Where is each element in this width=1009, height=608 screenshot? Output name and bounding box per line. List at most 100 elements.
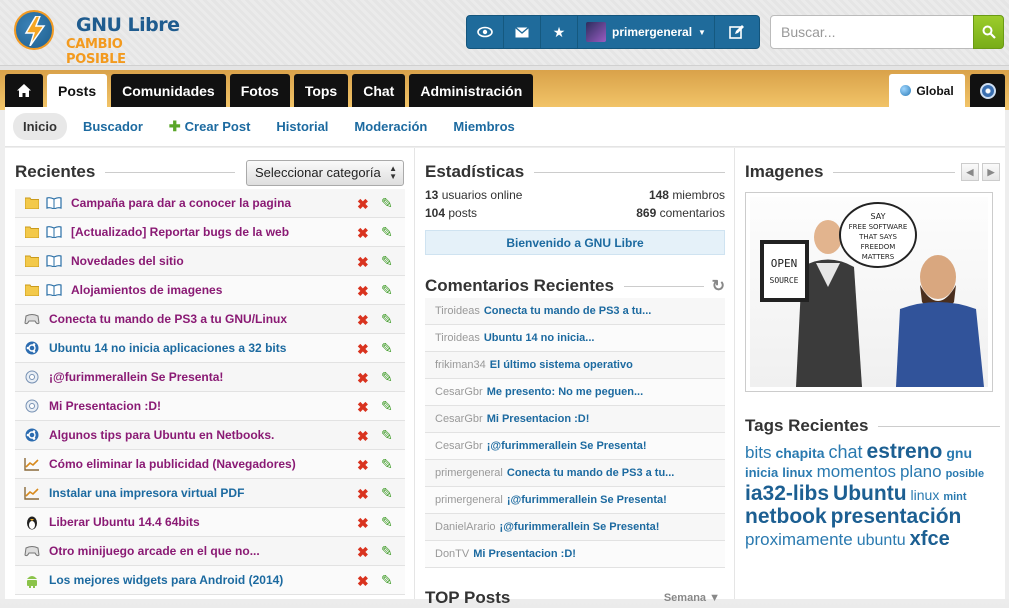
search-icon[interactable] bbox=[973, 15, 1004, 49]
comment-post-link[interactable]: El último sistema operativo bbox=[490, 359, 633, 371]
comment-post-link[interactable]: Conecta tu mando de PS3 a tu... bbox=[484, 305, 651, 317]
post-title-link[interactable]: Algunos tips para Ubuntu en Netbooks. bbox=[49, 428, 274, 442]
delete-icon[interactable]: ✖ bbox=[357, 486, 369, 503]
tab-tops[interactable]: Tops bbox=[293, 74, 349, 107]
comment-user[interactable]: frikiman34 bbox=[435, 359, 486, 371]
post-title-link[interactable]: ¡@furimmerallein Se Presenta! bbox=[49, 370, 223, 384]
tag-link[interactable]: xfce bbox=[910, 528, 950, 550]
comment-post-link[interactable]: ¡@furimmerallein Se Presenta! bbox=[487, 440, 647, 452]
subnav-historial[interactable]: Historial bbox=[266, 113, 338, 140]
subnav-crear-post[interactable]: ✚ Crear Post bbox=[159, 112, 260, 141]
post-title-link[interactable]: Mi Presentacion :D! bbox=[49, 399, 161, 413]
comment-user[interactable]: DonTV bbox=[435, 548, 469, 560]
edit-pencil-icon[interactable]: ✎ bbox=[381, 485, 393, 502]
tag-link[interactable]: plano bbox=[900, 462, 942, 482]
envelope-icon[interactable] bbox=[504, 16, 541, 48]
edit-pencil-icon[interactable]: ✎ bbox=[381, 427, 393, 444]
tab-chat[interactable]: Chat bbox=[352, 74, 406, 107]
subnav-miembros[interactable]: Miembros bbox=[443, 113, 524, 140]
comment-user[interactable]: primergeneral bbox=[435, 467, 503, 479]
tag-link[interactable]: mint bbox=[943, 491, 966, 503]
featured-image[interactable]: OPEN SOURCE SAY FREE SOFTWARE THAT SAYS … bbox=[745, 192, 993, 392]
post-title-link[interactable]: Campaña para dar a conocer la pagina bbox=[71, 196, 291, 210]
post-title-link[interactable]: Cómo eliminar la publicidad (Navegadores… bbox=[49, 457, 296, 471]
tag-link[interactable]: chat bbox=[828, 442, 862, 463]
post-row[interactable]: Ubuntu 14 no inicia aplicaciones a 32 bi… bbox=[15, 334, 405, 363]
post-row[interactable]: Otro minijuego arcade en el que no... ✖ ✎ bbox=[15, 537, 405, 566]
tag-link[interactable]: linux bbox=[782, 465, 812, 480]
category-select[interactable]: Seleccionar categoría ▲ ▼ bbox=[246, 160, 404, 186]
edit-pencil-icon[interactable]: ✎ bbox=[381, 311, 393, 328]
edit-pencil-icon[interactable]: ✎ bbox=[381, 282, 393, 299]
post-row[interactable]: Algunos tips para Ubuntu en Netbooks. ✖ ✎ bbox=[15, 421, 405, 450]
tag-link[interactable]: gnu bbox=[946, 445, 972, 461]
post-title-link[interactable]: Novedades del sitio bbox=[71, 254, 184, 268]
refresh-icon[interactable]: ↻ bbox=[712, 276, 725, 296]
comment-post-link[interactable]: Mi Presentacion :D! bbox=[487, 413, 590, 425]
post-row[interactable]: Los mejores widgets para Android (2014) ✖… bbox=[15, 566, 405, 595]
post-row[interactable]: Novedades del sitio ✖ ✎ bbox=[15, 247, 405, 276]
tag-link[interactable]: ubuntu bbox=[857, 532, 906, 550]
edit-pencil-icon[interactable]: ✎ bbox=[381, 224, 393, 241]
community-icon[interactable] bbox=[970, 74, 1005, 107]
delete-icon[interactable]: ✖ bbox=[357, 341, 369, 358]
subnav-inicio[interactable]: Inicio bbox=[13, 113, 67, 140]
delete-icon[interactable]: ✖ bbox=[357, 399, 369, 416]
edit-pencil-icon[interactable]: ✎ bbox=[381, 398, 393, 415]
post-title-link[interactable]: Ubuntu 14 no inicia aplicaciones a 32 bi… bbox=[49, 341, 286, 355]
post-title-link[interactable]: Otro minijuego arcade en el que no... bbox=[49, 544, 260, 558]
post-row[interactable]: Campaña para dar a conocer la pagina ✖ ✎ bbox=[15, 189, 405, 218]
tag-link[interactable]: posible bbox=[946, 468, 985, 480]
delete-icon[interactable]: ✖ bbox=[357, 457, 369, 474]
edit-pencil-icon[interactable]: ✎ bbox=[381, 572, 393, 589]
edit-pencil-icon[interactable]: ✎ bbox=[381, 369, 393, 386]
comment-post-link[interactable]: Mi Presentacion :D! bbox=[473, 548, 576, 560]
tag-link[interactable]: estreno bbox=[867, 440, 943, 463]
comment-user[interactable]: CesarGbr bbox=[435, 413, 483, 425]
home-icon[interactable] bbox=[5, 74, 43, 107]
delete-icon[interactable]: ✖ bbox=[357, 428, 369, 445]
tag-link[interactable]: netbook bbox=[745, 505, 827, 528]
user-menu[interactable]: primergeneral ▼ bbox=[578, 16, 715, 48]
star-icon[interactable]: ★ bbox=[541, 16, 578, 48]
eye-icon[interactable] bbox=[467, 16, 504, 48]
post-title-link[interactable]: Liberar Ubuntu 14.4 64bits bbox=[49, 515, 200, 529]
subnav-buscador[interactable]: Buscador bbox=[73, 113, 153, 140]
post-row[interactable]: Mi Presentacion :D! ✖ ✎ bbox=[15, 392, 405, 421]
post-row[interactable]: Instalar una impresora virtual PDF ✖ ✎ bbox=[15, 479, 405, 508]
subnav-moderacion[interactable]: Moderación bbox=[344, 113, 437, 140]
next-image-icon[interactable]: ▶ bbox=[982, 163, 1000, 181]
delete-icon[interactable]: ✖ bbox=[357, 370, 369, 387]
tag-link[interactable]: presentación bbox=[831, 505, 962, 528]
post-row[interactable]: ¡@furimmerallein Se Presenta! ✖ ✎ bbox=[15, 363, 405, 392]
comment-post-link[interactable]: Ubuntu 14 no inicia... bbox=[484, 332, 595, 344]
delete-icon[interactable]: ✖ bbox=[357, 283, 369, 300]
delete-icon[interactable]: ✖ bbox=[357, 254, 369, 271]
comment-post-link[interactable]: ¡@furimmerallein Se Presenta! bbox=[507, 494, 667, 506]
comment-user[interactable]: CesarGbr bbox=[435, 440, 483, 452]
site-logo[interactable]: GNU Libre CAMBIO POSIBLE bbox=[14, 10, 184, 67]
comment-user[interactable]: Tiroideas bbox=[435, 332, 480, 344]
search-input[interactable]: Buscar... bbox=[770, 15, 974, 49]
post-row[interactable]: Conecta tu mando de PS3 a tu GNU/Linux ✖ ✎ bbox=[15, 305, 405, 334]
comment-user[interactable]: DanielArario bbox=[435, 521, 496, 533]
tag-link[interactable]: chapita bbox=[775, 445, 824, 461]
global-filter-tab[interactable]: Global bbox=[889, 74, 965, 107]
tag-link[interactable]: inicia bbox=[745, 465, 778, 480]
post-title-link[interactable]: [Actualizado] Reportar bugs de la web bbox=[71, 225, 289, 239]
delete-icon[interactable]: ✖ bbox=[357, 544, 369, 561]
edit-pencil-icon[interactable]: ✎ bbox=[381, 514, 393, 531]
comment-user[interactable]: primergeneral bbox=[435, 494, 503, 506]
tag-link[interactable]: ia32-libs bbox=[745, 482, 829, 505]
edit-pencil-icon[interactable]: ✎ bbox=[381, 253, 393, 270]
edit-pencil-icon[interactable]: ✎ bbox=[381, 195, 393, 212]
delete-icon[interactable]: ✖ bbox=[357, 196, 369, 213]
comment-post-link[interactable]: ¡@furimmerallein Se Presenta! bbox=[500, 521, 660, 533]
delete-icon[interactable]: ✖ bbox=[357, 515, 369, 532]
comment-post-link[interactable]: Me presento: No me peguen... bbox=[487, 386, 643, 398]
post-title-link[interactable]: Alojamientos de imagenes bbox=[71, 283, 222, 297]
edit-icon[interactable] bbox=[715, 16, 759, 48]
tab-posts[interactable]: Posts bbox=[47, 74, 108, 107]
tag-link[interactable]: Ubuntu bbox=[833, 482, 906, 505]
post-title-link[interactable]: Instalar una impresora virtual PDF bbox=[49, 486, 244, 500]
